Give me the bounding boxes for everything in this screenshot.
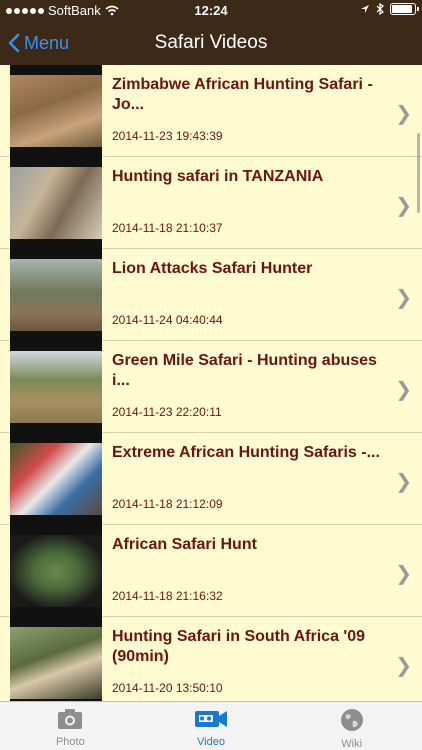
video-title: Zimbabwe African Hunting Safari - Jo... [112,76,373,113]
video-date: 2014-11-18 21:12:09 [112,497,223,511]
tab-video[interactable]: Video [141,702,282,750]
video-row[interactable]: Green Mile Safari - Hunting abuses i... … [0,341,422,433]
video-title: Lion Attacks Safari Hunter [112,260,313,277]
video-thumbnail [10,525,102,617]
video-row[interactable]: Lion Attacks Safari Hunter 2014-11-24 04… [0,249,422,341]
tab-label: Photo [55,736,85,748]
chevron-right-icon: ❯ [395,379,412,401]
scrollbar[interactable] [417,133,420,213]
video-thumbnail [10,65,102,157]
tab-bar: Photo Video Wiki [0,701,422,750]
video-list[interactable]: Zimbabwe African Hunting Safari - Jo... … [0,65,422,701]
bluetooth-icon [376,3,384,15]
globe-icon [340,709,363,731]
video-title: Extreme African Hunting Safaris -... [112,444,380,461]
location-icon [361,5,369,13]
video-title: Hunting Safari in South Africa '09 (90mi… [112,628,366,665]
tab-label: Wiki [341,738,363,750]
video-row[interactable]: Hunting safari in TANZANIA 2014-11-18 21… [0,157,422,249]
video-title: Green Mile Safari - Hunting abuses i... [112,352,377,389]
video-date: 2014-11-23 22:20:11 [112,405,222,419]
status-bar: SoftBank 12:24 [0,0,422,21]
chevron-right-icon: ❯ [395,195,412,217]
video-thumbnail [10,249,102,341]
video-date: 2014-11-24 04:40:44 [112,313,223,327]
video-date: 2014-11-20 13:50:10 [112,681,223,695]
video-thumbnail [10,341,102,433]
video-title: African Safari Hunt [112,536,257,553]
video-row[interactable]: Zimbabwe African Hunting Safari - Jo... … [0,65,422,157]
chevron-right-icon: ❯ [395,563,412,585]
status-icons [360,3,419,15]
video-row[interactable]: Hunting Safari in South Africa '09 (90mi… [0,617,422,701]
video-thumbnail [10,433,102,525]
battery-icon [390,3,419,15]
video-camera-icon [195,711,227,727]
video-date: 2014-11-18 21:10:37 [112,221,223,235]
nav-bar: Menu Safari Videos [0,21,422,65]
tab-wiki[interactable]: Wiki [281,702,422,750]
tab-label: Video [197,736,225,748]
chevron-right-icon: ❯ [395,655,412,677]
page-title: Safari Videos [154,32,268,53]
video-row[interactable]: African Safari Hunt 2014-11-18 21:16:32 … [0,525,422,617]
video-date: 2014-11-23 19:43:39 [112,129,223,143]
video-thumbnail [10,157,102,249]
video-thumbnail [10,617,102,701]
chevron-right-icon: ❯ [395,287,412,309]
camera-icon [58,709,83,729]
tab-photo[interactable]: Photo [0,702,141,750]
clock: 12:24 [194,3,228,18]
chevron-right-icon: ❯ [395,471,412,493]
chevron-right-icon: ❯ [395,103,412,125]
video-date: 2014-11-18 21:16:32 [112,589,223,603]
video-title: Hunting safari in TANZANIA [112,168,324,185]
video-row[interactable]: Extreme African Hunting Safaris -... 201… [0,433,422,525]
